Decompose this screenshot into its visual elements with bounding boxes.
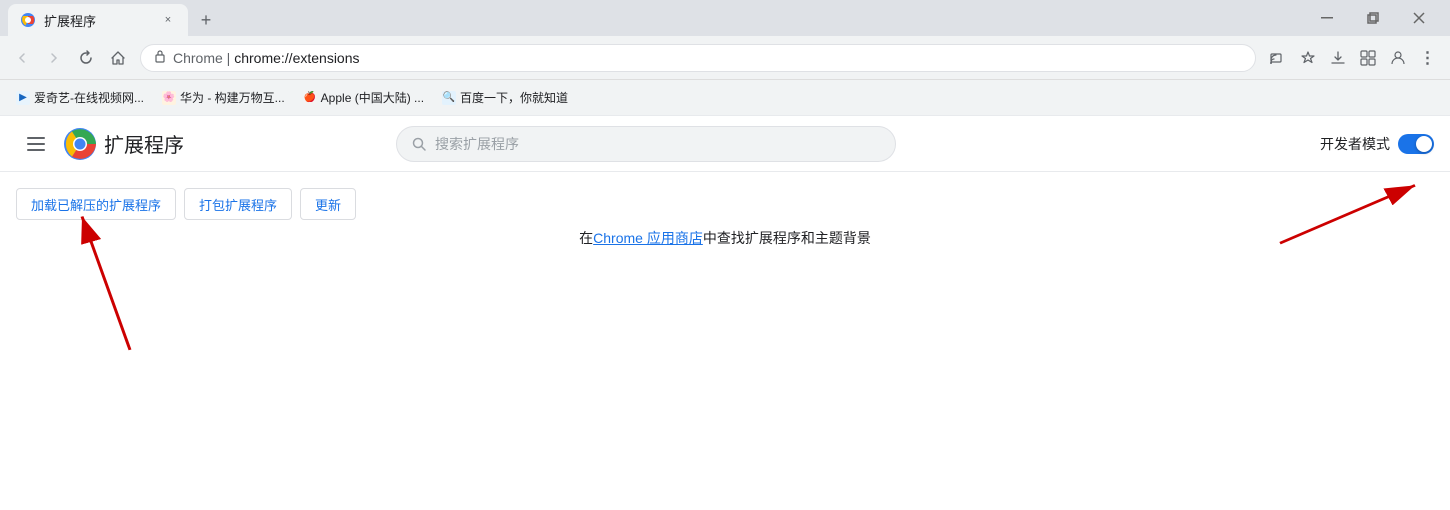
page-wrapper: 加载已解压的扩展程序 打包扩展程序 更新 在 Chrome 应用商店 中查找扩展… (0, 172, 1450, 510)
bookmark-item-1[interactable]: 🌸 华为 - 构建万物互... (154, 85, 293, 110)
extensions-header: 扩展程序 搜索扩展程序 开发者模式 (0, 116, 1450, 172)
profile-icon[interactable] (1384, 44, 1412, 72)
bookmark-favicon-0: ▶ (16, 91, 30, 105)
page-content: 扩展程序 搜索扩展程序 开发者模式 加载已解压的扩展程序 打包扩展程序 更新 (0, 116, 1450, 510)
bookmark-label-3: 百度一下，你就知道 (460, 89, 568, 106)
tab-grid-icon[interactable] (1354, 44, 1382, 72)
tab-bar: 扩展程序 × + (0, 0, 1450, 36)
tab-label: 扩展程序 (44, 11, 152, 30)
bookmark-star-icon[interactable] (1294, 44, 1322, 72)
bookmark-label-2: Apple (中国大陆) ... (321, 89, 424, 106)
toggle-knob (1416, 136, 1432, 152)
dev-mode-section: 开发者模式 (1320, 134, 1434, 154)
dev-mode-toggle[interactable] (1398, 134, 1434, 154)
bookmark-favicon-1: 🌸 (162, 91, 176, 105)
window-controls (1304, 0, 1450, 36)
bookmark-item-3[interactable]: 🔍 百度一下，你就知道 (434, 85, 576, 110)
home-button[interactable] (104, 44, 132, 72)
active-tab[interactable]: 扩展程序 × (8, 4, 188, 36)
address-bar[interactable]: Chrome | chrome://extensions (140, 44, 1256, 72)
new-tab-button[interactable]: + (192, 6, 220, 34)
menu-icon[interactable]: ⋮ (1414, 44, 1442, 72)
sidebar-menu-button[interactable] (16, 124, 56, 164)
tab-close-button[interactable]: × (160, 12, 176, 28)
empty-state: 在 Chrome 应用商店 中查找扩展程序和主题背景 (0, 228, 1450, 248)
cast-icon[interactable] (1264, 44, 1292, 72)
search-icon (411, 136, 427, 152)
address-text: Chrome | chrome://extensions (173, 50, 1243, 66)
tab-favicon (20, 12, 36, 28)
bookmarks-bar: ▶ 爱奇艺-在线视频网... 🌸 华为 - 构建万物互... 🍎 Apple (… (0, 80, 1450, 116)
minimize-button[interactable] (1304, 0, 1350, 36)
bookmark-label-0: 爱奇艺-在线视频网... (34, 89, 144, 106)
pack-extension-button[interactable]: 打包扩展程序 (184, 188, 292, 220)
empty-state-prefix: 在 (579, 228, 593, 248)
download-icon[interactable] (1324, 44, 1352, 72)
load-unpacked-button[interactable]: 加载已解压的扩展程序 (16, 188, 176, 220)
reload-button[interactable] (72, 44, 100, 72)
bookmark-item-2[interactable]: 🍎 Apple (中国大陆) ... (295, 85, 432, 110)
page-title: 扩展程序 (104, 129, 184, 158)
search-bar[interactable]: 搜索扩展程序 (396, 126, 896, 162)
secure-icon (153, 49, 167, 66)
toolbar-right: ⋮ (1264, 44, 1442, 72)
chrome-store-link[interactable]: Chrome 应用商店 (593, 228, 703, 248)
forward-button[interactable] (40, 44, 68, 72)
back-button[interactable] (8, 44, 36, 72)
search-placeholder: 搜索扩展程序 (435, 134, 519, 154)
bookmark-favicon-2: 🍎 (303, 91, 317, 105)
dev-mode-label: 开发者模式 (1320, 134, 1390, 154)
bookmark-item-0[interactable]: ▶ 爱奇艺-在线视频网... (8, 85, 152, 110)
chrome-logo (64, 128, 96, 160)
bookmark-label-1: 华为 - 构建万物互... (180, 89, 285, 106)
update-button[interactable]: 更新 (300, 188, 356, 220)
close-button[interactable] (1396, 0, 1442, 36)
address-bar-row: Chrome | chrome://extensions ⋮ (0, 36, 1450, 80)
restore-button[interactable] (1350, 0, 1396, 36)
action-bar: 加载已解压的扩展程序 打包扩展程序 更新 (0, 172, 1450, 228)
empty-state-suffix: 中查找扩展程序和主题背景 (703, 228, 871, 248)
bookmark-favicon-3: 🔍 (442, 91, 456, 105)
